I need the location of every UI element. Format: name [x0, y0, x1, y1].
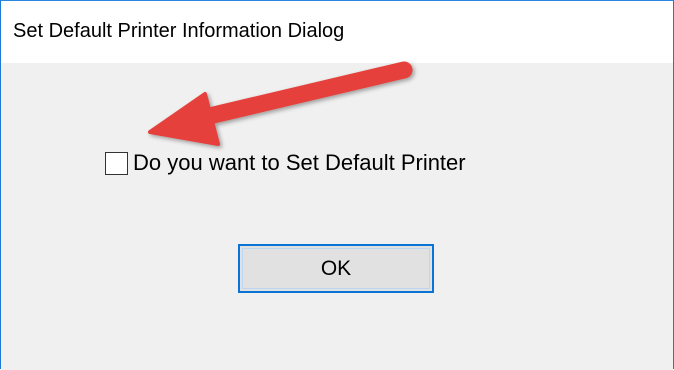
dialog-body [1, 63, 673, 370]
dialog-window: Set Default Printer Information Dialog D… [0, 0, 674, 370]
ok-button-label: OK [320, 256, 352, 280]
ok-button[interactable]: OK [238, 244, 434, 293]
window-title: Set Default Printer Information Dialog [13, 20, 345, 42]
checkbox-label[interactable]: Do you want to Set Default Printer [133, 150, 466, 176]
set-default-printer-checkbox[interactable]: Do you want to Set Default Printer [105, 148, 466, 178]
checkbox-box[interactable] [105, 151, 128, 175]
title-bar[interactable]: Set Default Printer Information Dialog [1, 1, 673, 63]
